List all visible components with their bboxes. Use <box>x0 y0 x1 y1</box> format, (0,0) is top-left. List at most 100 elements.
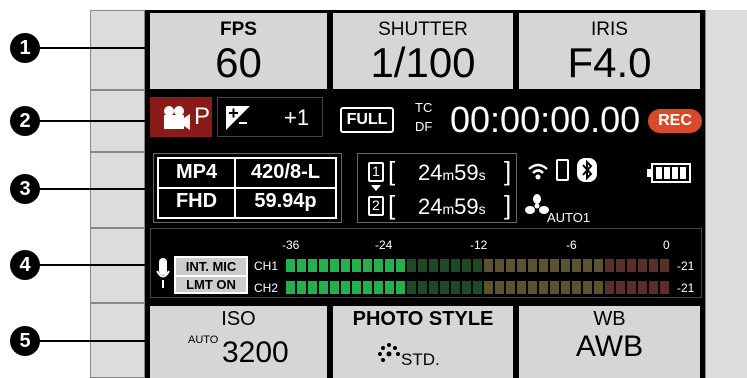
ch1-label: CH1 <box>254 259 279 273</box>
meter-segment <box>297 259 306 272</box>
file-format: MP4 <box>175 161 218 183</box>
meter-segment <box>451 259 460 272</box>
meter-scale-minus12: -12 <box>470 238 488 252</box>
meter-segment <box>660 281 669 294</box>
ch1-level-meter <box>286 259 676 272</box>
int-mic-label: INT. MIC <box>176 258 246 275</box>
meter-segment <box>319 281 328 294</box>
meter-segment <box>440 259 449 272</box>
meter-segment <box>495 281 504 294</box>
meter-segment <box>561 259 570 272</box>
shutter-label: SHUTTER <box>378 19 468 40</box>
meter-segment <box>341 281 350 294</box>
tc-label: TC <box>415 100 433 115</box>
meter-segment <box>407 259 416 272</box>
iso-tile[interactable]: ISO AUTO 3200 <box>150 306 327 378</box>
meter-segment <box>473 259 482 272</box>
iso-value: 3200 <box>222 336 289 369</box>
wb-tile[interactable]: WB AWB <box>519 306 700 378</box>
relay-arrow-icon <box>371 185 381 191</box>
side-panel-1 <box>90 10 145 90</box>
timecode[interactable]: 00:00:00.00 <box>450 100 640 140</box>
iris-tile[interactable]: IRIS F4.0 <box>519 13 700 89</box>
card-slot-1-icon: 1 <box>368 162 384 182</box>
fps-value: 60 <box>215 39 262 86</box>
callout-1: 1 <box>10 33 40 63</box>
meter-scale-minus6: -6 <box>566 238 577 252</box>
meter-scale-minus36: -36 <box>282 238 300 252</box>
mic-settings-box: INT. MIC LMT ON <box>174 256 248 294</box>
ch1-peak: -21 <box>677 259 695 273</box>
meter-segment <box>594 281 603 294</box>
iso-auto-prefix: AUTO <box>188 334 219 346</box>
resolution: FHD <box>175 190 218 212</box>
meter-segment <box>341 259 350 272</box>
meter-segment <box>374 281 383 294</box>
photo-style-value: STD. <box>401 350 440 369</box>
meter-segment <box>451 281 460 294</box>
meter-segment <box>616 259 625 272</box>
meter-segment <box>528 259 537 272</box>
photo-style-tile[interactable]: PHOTO STYLE STD. <box>333 306 513 378</box>
meter-segment <box>638 281 647 294</box>
side-panel-3 <box>90 152 145 228</box>
shutter-value: 1/100 <box>370 39 476 86</box>
meter-segment <box>495 259 504 272</box>
meter-segment <box>308 259 317 272</box>
card-slot-2-time: 24m59s <box>418 194 486 219</box>
meter-segment <box>517 281 526 294</box>
full-format-badge: FULL <box>340 107 394 133</box>
meter-segment <box>418 259 427 272</box>
card-remaining-box[interactable]: 1 [ 24m59s ] 2 [ 24m59s ] <box>357 153 517 223</box>
exposure-compensation-icon <box>226 106 250 130</box>
meter-segment <box>550 281 559 294</box>
callout-5: 5 <box>10 326 40 356</box>
meter-segment <box>429 259 438 272</box>
meter-segment <box>407 281 416 294</box>
right-side-panel <box>705 10 747 378</box>
meter-segment <box>473 281 482 294</box>
meter-segment <box>550 259 559 272</box>
iris-value: F4.0 <box>567 39 652 86</box>
card-slot-1-bracket-close: ] <box>504 156 512 186</box>
photo-style-standard-icon <box>378 343 400 362</box>
rec-label: REC <box>658 112 692 129</box>
meter-segment <box>594 259 603 272</box>
callout-2: 2 <box>10 106 40 136</box>
meter-segment <box>605 259 614 272</box>
meter-segment <box>352 281 361 294</box>
meter-segment <box>462 259 471 272</box>
meter-segment <box>363 281 372 294</box>
meter-segment <box>484 259 493 272</box>
fps-tile[interactable]: FPS 60 <box>150 13 327 89</box>
fps-label: FPS <box>220 19 257 40</box>
meter-segment <box>627 259 636 272</box>
meter-segment <box>352 259 361 272</box>
meter-segment <box>605 281 614 294</box>
meter-segment <box>286 259 295 272</box>
meter-segment <box>462 281 471 294</box>
meter-segment <box>330 281 339 294</box>
battery-icon <box>647 163 691 183</box>
bluetooth-icon <box>577 158 597 182</box>
shutter-tile[interactable]: SHUTTER 1/100 <box>333 13 513 89</box>
meter-segment <box>363 259 372 272</box>
meter-segment <box>308 281 317 294</box>
meter-segment <box>517 259 526 272</box>
creative-video-mode-icon[interactable]: P <box>150 97 212 137</box>
meter-segment <box>583 281 592 294</box>
meter-segment <box>627 281 636 294</box>
meter-segment <box>572 281 581 294</box>
meter-segment <box>649 259 658 272</box>
fan-mode-label: AUTO1 <box>547 210 591 225</box>
meter-segment <box>506 259 515 272</box>
fan-icon <box>525 194 549 214</box>
callout-3: 3 <box>10 174 40 204</box>
mode-letter: P <box>194 103 211 130</box>
card-slot-2-bracket-close: ] <box>504 190 512 220</box>
card-slot-1-time: 24m59s <box>418 160 486 185</box>
card-slot-2-number: 2 <box>372 197 380 213</box>
exposure-comp-button[interactable]: +1 <box>217 97 323 137</box>
meter-segment <box>539 259 548 272</box>
meter-segment <box>539 281 548 294</box>
